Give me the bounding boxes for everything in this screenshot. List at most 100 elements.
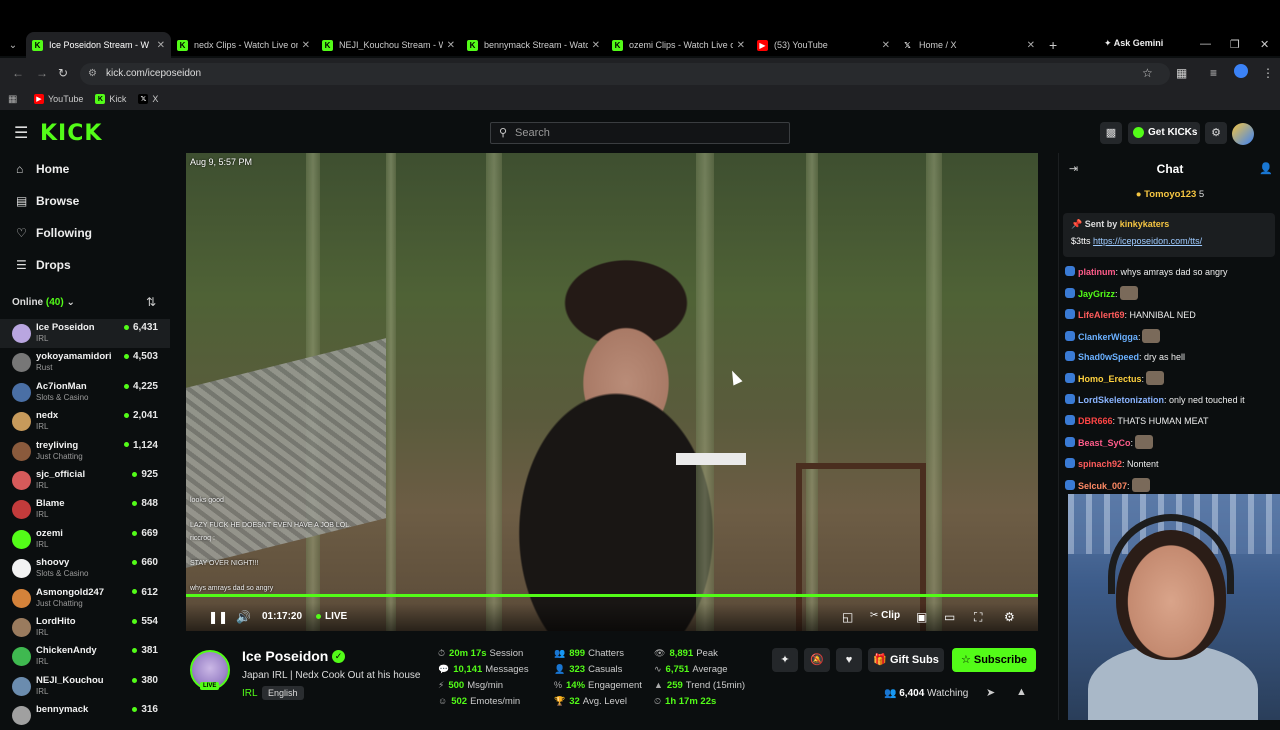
user-avatar[interactable] (1232, 123, 1254, 145)
chat-message[interactable]: Beast_SyCo: (1065, 435, 1277, 456)
channel-row[interactable]: shoovy Slots & Casino 660 (0, 554, 170, 583)
channel-row[interactable]: bennymack 316 (0, 701, 170, 730)
tab-close-icon[interactable]: ✕ (302, 40, 310, 51)
chat-username[interactable]: Homo_Erectus (1078, 374, 1142, 384)
channel-row[interactable]: LordHito IRL 554 (0, 613, 170, 642)
extensions-icon[interactable]: ▦ (1176, 66, 1187, 80)
settings-gear-icon[interactable]: ⚙ (1205, 122, 1227, 144)
minimize-icon[interactable]: — (1200, 38, 1211, 50)
layout-icon[interactable]: ▩ (1100, 122, 1122, 144)
chat-message[interactable]: Homo_Erectus: (1065, 371, 1277, 392)
chat-users-icon[interactable]: 👤 (1259, 162, 1273, 175)
share-icon[interactable]: ➤ (986, 686, 995, 699)
channel-name[interactable]: Ice Poseidon (242, 648, 328, 664)
tab[interactable]: Kbennymack Stream - Watch ✕ (461, 32, 606, 58)
ask-gemini-button[interactable]: ✦ Ask Gemini (1104, 38, 1163, 49)
progress-bar[interactable] (186, 594, 1038, 597)
chat-username[interactable]: JayGrizz (1078, 289, 1115, 299)
chat-username[interactable]: spinach92 (1078, 459, 1122, 469)
channel-row[interactable]: yokoyamamidori Rust 4,503 (0, 348, 170, 377)
clip-button[interactable]: ✂ Clip (870, 610, 900, 621)
pip-icon[interactable]: ◱ (842, 610, 853, 624)
tab-close-icon[interactable]: ✕ (592, 40, 600, 51)
captions-icon[interactable]: ▣ (916, 610, 927, 624)
channel-row[interactable]: ozemi IRL 669 (0, 525, 170, 554)
menu-icon[interactable]: ☰ (14, 123, 28, 143)
chat-username[interactable]: Selcuk_007 (1078, 481, 1127, 491)
theater-icon[interactable]: ▭ (944, 610, 955, 624)
reload-icon[interactable]: ↻ (58, 66, 68, 80)
tab[interactable]: ▶ (53) YouTube ✕ (751, 32, 896, 58)
site-info-icon[interactable]: ⚙ (88, 63, 97, 85)
tab[interactable]: Knedx Clips - Watch Live on ✕ (171, 32, 316, 58)
tab[interactable]: 𝕏 Home / X ✕ (896, 32, 1041, 58)
category-link[interactable]: IRL (242, 688, 258, 699)
back-icon[interactable]: ← (12, 66, 24, 80)
channel-row[interactable]: Ac7ionMan Slots & Casino 4,225 (0, 378, 170, 407)
channel-row[interactable]: treyliving Just Chatting 1,124 (0, 437, 170, 466)
chat-username[interactable]: Shad0wSpeed (1078, 352, 1139, 362)
chat-username[interactable]: ClankerWigga (1078, 332, 1138, 342)
gift-subs-button[interactable]: 🎁 Gift Subs (868, 648, 944, 672)
live-indicator[interactable]: LIVE (316, 611, 347, 622)
language-tag[interactable]: English (262, 686, 304, 700)
chat-username[interactable]: Beast_SyCo (1078, 438, 1131, 448)
tab-close-icon[interactable]: ✕ (157, 40, 165, 51)
tab-search-icon[interactable]: ⌄ (0, 40, 26, 51)
channel-row[interactable]: Ice Poseidon IRL 6,431 (0, 319, 170, 349)
restore-icon[interactable]: ❐ (1230, 38, 1240, 51)
chat-message[interactable]: LordSkeletonization: only ned touched it (1065, 393, 1277, 414)
sidebar-item-following[interactable]: ♡ Following (0, 217, 170, 249)
top-gifter[interactable]: ● Tomoyo123 5 (1059, 189, 1280, 200)
pin-icon[interactable]: ✦ (772, 648, 798, 672)
tab-close-icon[interactable]: ✕ (882, 40, 890, 51)
chat-message[interactable]: LifeAlert69: HANNIBAL NED (1065, 308, 1277, 329)
pinned-link[interactable]: https://iceposeidon.com/tts/ (1093, 236, 1202, 246)
bookmark-item[interactable]: ▶ YouTube (34, 94, 83, 104)
sidebar-item-browse[interactable]: ▤ Browse (0, 185, 170, 217)
chat-username[interactable]: platinum (1078, 267, 1116, 277)
chat-username[interactable]: LifeAlert69 (1078, 310, 1125, 320)
player-settings-icon[interactable]: ⚙ (1004, 610, 1015, 624)
new-tab-icon[interactable]: + (1049, 37, 1057, 53)
follow-heart-icon[interactable]: ♥ (836, 648, 862, 672)
notification-off-icon[interactable]: 🔕 (804, 648, 830, 672)
chat-message[interactable]: platinum: whys amrays dad so angry (1065, 265, 1277, 286)
chat-message[interactable]: ClankerWigga: (1065, 328, 1277, 350)
get-kicks-button[interactable]: Get KICKs (1128, 122, 1200, 144)
volume-icon[interactable]: 🔊 (236, 610, 251, 624)
chat-message[interactable]: DBR666: THATS HUMAN MEAT (1065, 414, 1277, 435)
pause-icon[interactable]: ❚❚ (208, 610, 228, 624)
online-header[interactable]: Online (40) ⌄ (12, 297, 75, 308)
channel-row[interactable]: sjc_official IRL 925 (0, 466, 170, 495)
sidebar-item-drops[interactable]: ☰ Drops (0, 249, 170, 281)
bookmark-star-icon[interactable]: ☆ (1142, 66, 1153, 80)
tab[interactable]: Kozemi Clips - Watch Live o ✕ (606, 32, 751, 58)
close-window-icon[interactable]: ✕ (1260, 38, 1269, 51)
chat-message[interactable]: Shad0wSpeed: dry as hell (1065, 350, 1277, 371)
profile-icon[interactable] (1234, 64, 1248, 78)
tab[interactable]: K Ice Poseidon Stream - W ✕ (26, 32, 171, 58)
channel-row[interactable]: NEJI_Kouchou IRL 380 (0, 672, 170, 701)
report-icon[interactable]: ▲ (1016, 686, 1027, 698)
tab-close-icon[interactable]: ✕ (737, 40, 745, 51)
tab[interactable]: K NEJI_Kouchou Stream - Wa ✕ (316, 32, 461, 58)
chat-message[interactable]: JayGrizz: (1065, 286, 1277, 307)
tab-close-icon[interactable]: ✕ (447, 40, 455, 51)
media-icon[interactable]: ≡ (1210, 66, 1217, 80)
sidebar-item-home[interactable]: ⌂ Home (0, 153, 170, 185)
video-player[interactable]: Aug 9, 5:57 PM looks good LAZY FUCK HE DO… (186, 153, 1038, 631)
tab-close-icon[interactable]: ✕ (1027, 40, 1035, 51)
forward-icon[interactable]: → (36, 66, 48, 80)
bookmark-item[interactable]: K Kick (95, 94, 126, 104)
chat-username[interactable]: LordSkeletonization (1078, 395, 1164, 405)
kick-logo[interactable]: KICK (40, 121, 102, 146)
chat-message[interactable]: spinach92: Nontent (1065, 457, 1277, 478)
subscribe-button[interactable]: ☆ Subscribe (952, 648, 1036, 672)
channel-row[interactable]: nedx IRL 2,041 (0, 407, 170, 436)
channel-row[interactable]: ChickenAndy IRL 381 (0, 642, 170, 671)
channel-row[interactable]: Asmongold247 Just Chatting 612 (0, 584, 170, 613)
address-bar[interactable]: ⚙ kick.com/iceposeidon (80, 63, 1170, 85)
channel-row[interactable]: Blame IRL 848 (0, 495, 170, 524)
sort-icon[interactable]: ⇅ (146, 295, 156, 309)
